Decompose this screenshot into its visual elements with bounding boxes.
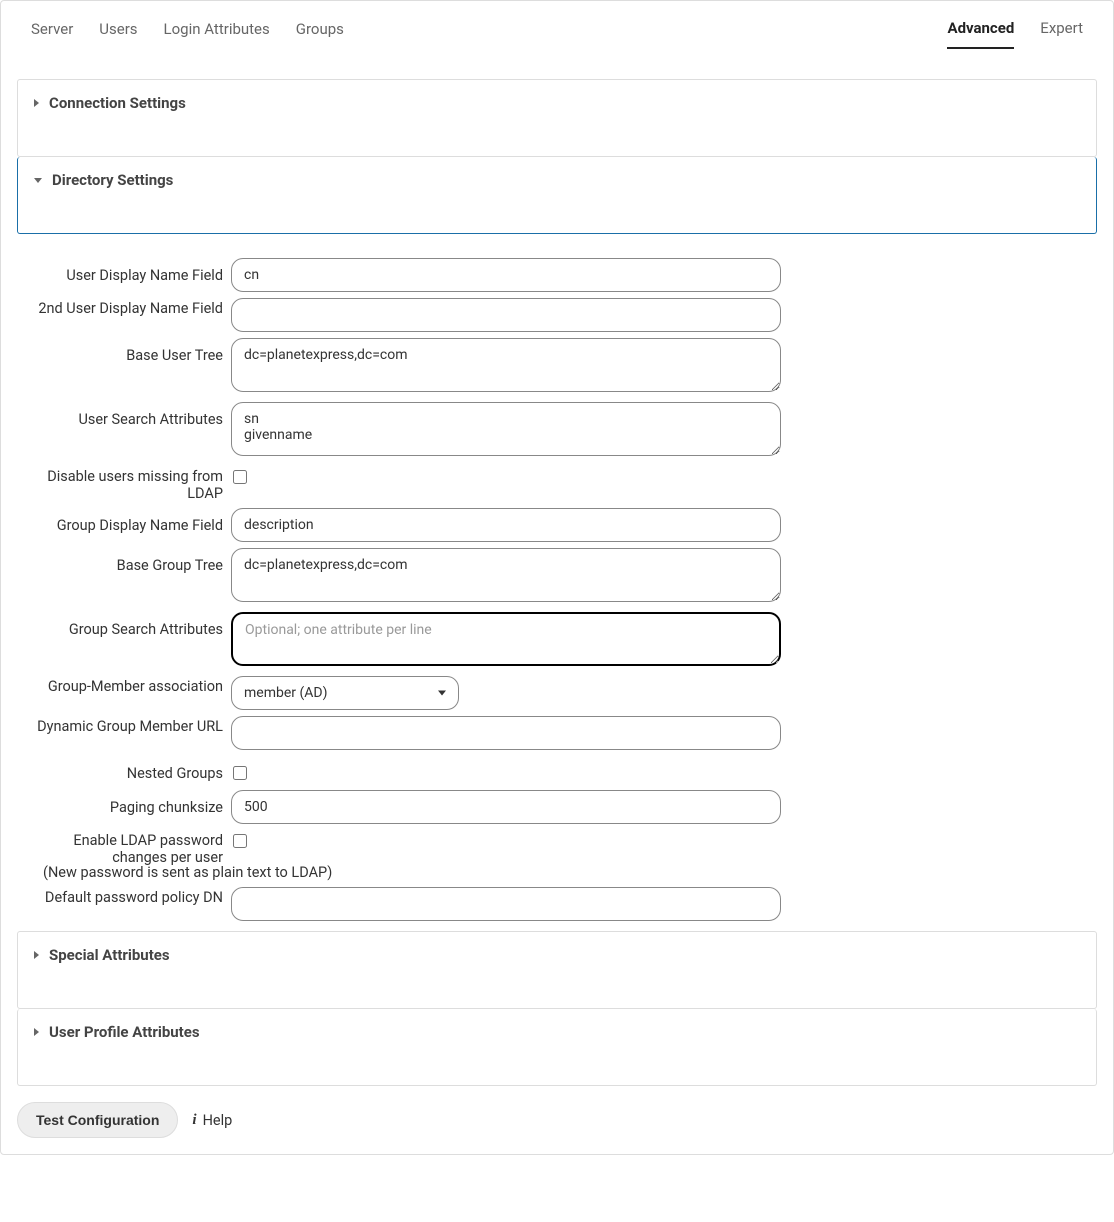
accordion-user-profile-attributes: User Profile Attributes bbox=[17, 1009, 1097, 1086]
chevron-right-icon bbox=[34, 99, 39, 107]
tab-users[interactable]: Users bbox=[99, 12, 137, 48]
label-dynamic-group-url: Dynamic Group Member URL bbox=[17, 716, 231, 735]
label-user-search-attributes: User Search Attributes bbox=[17, 402, 231, 428]
group-search-attributes-input[interactable] bbox=[231, 612, 781, 666]
label-paging-chunksize: Paging chunksize bbox=[17, 790, 231, 816]
label-group-member-assoc: Group-Member association bbox=[17, 676, 231, 695]
group-member-assoc-select[interactable]: member (AD) bbox=[231, 676, 459, 710]
directory-settings-form: User Display Name Field 2nd User Display… bbox=[17, 258, 1097, 921]
user-search-attributes-input[interactable]: sn givenname bbox=[231, 402, 781, 456]
disable-missing-checkbox[interactable] bbox=[233, 470, 247, 484]
label-group-search-attributes: Group Search Attributes bbox=[17, 612, 231, 638]
chevron-right-icon bbox=[34, 1028, 39, 1036]
label-base-user-tree: Base User Tree bbox=[17, 338, 231, 364]
test-configuration-button[interactable]: Test Configuration bbox=[17, 1102, 178, 1138]
tab-expert[interactable]: Expert bbox=[1040, 11, 1083, 49]
chevron-down-icon bbox=[34, 178, 42, 183]
chevron-down-icon bbox=[438, 691, 446, 696]
group-display-name-input[interactable] bbox=[231, 508, 781, 542]
settings-panel: Server Users Login Attributes Groups Adv… bbox=[0, 0, 1114, 1155]
label-enable-password-change: Enable LDAP password changes per user bbox=[17, 830, 231, 866]
paging-chunksize-input[interactable] bbox=[231, 790, 781, 824]
password-change-hint: (New password is sent as plain text to L… bbox=[17, 864, 1097, 881]
label-user-display-name: User Display Name Field bbox=[17, 258, 231, 284]
accordion-connection-settings: Connection Settings bbox=[17, 79, 1097, 157]
accordion-title: Connection Settings bbox=[49, 94, 186, 112]
accordion-header-directory[interactable]: Directory Settings bbox=[18, 157, 1096, 203]
user-display-name-input[interactable] bbox=[231, 258, 781, 292]
label-second-user-display-name: 2nd User Display Name Field bbox=[17, 298, 231, 317]
accordion-header-profile[interactable]: User Profile Attributes bbox=[18, 1009, 1096, 1055]
help-link[interactable]: i Help bbox=[192, 1112, 232, 1129]
accordion-directory-settings: Directory Settings bbox=[17, 157, 1097, 234]
accordion-title: User Profile Attributes bbox=[49, 1023, 200, 1041]
label-disable-missing: Disable users missing from LDAP bbox=[17, 466, 231, 502]
enable-password-change-checkbox[interactable] bbox=[233, 834, 247, 848]
help-label: Help bbox=[203, 1112, 233, 1129]
info-icon: i bbox=[192, 1112, 196, 1129]
accordion-header-connection[interactable]: Connection Settings bbox=[18, 80, 1096, 126]
tab-groups[interactable]: Groups bbox=[296, 12, 344, 48]
accordion-title: Directory Settings bbox=[52, 171, 173, 189]
dynamic-group-url-input[interactable] bbox=[231, 716, 781, 750]
chevron-right-icon bbox=[34, 951, 39, 959]
base-group-tree-input[interactable]: dc=planetexpress,dc=com bbox=[231, 548, 781, 602]
default-password-policy-input[interactable] bbox=[231, 887, 781, 921]
tab-bar: Server Users Login Attributes Groups Adv… bbox=[1, 1, 1113, 49]
accordion-header-special[interactable]: Special Attributes bbox=[18, 932, 1096, 978]
base-user-tree-input[interactable]: dc=planetexpress,dc=com bbox=[231, 338, 781, 392]
label-base-group-tree: Base Group Tree bbox=[17, 548, 231, 574]
tab-server[interactable]: Server bbox=[31, 12, 73, 48]
select-value: member (AD) bbox=[244, 685, 327, 701]
accordion-title: Special Attributes bbox=[49, 946, 170, 964]
second-user-display-name-input[interactable] bbox=[231, 298, 781, 332]
tab-advanced[interactable]: Advanced bbox=[947, 11, 1014, 49]
nested-groups-checkbox[interactable] bbox=[233, 766, 247, 780]
label-group-display-name: Group Display Name Field bbox=[17, 508, 231, 534]
label-nested-groups: Nested Groups bbox=[17, 756, 231, 782]
accordion-special-attributes: Special Attributes bbox=[17, 931, 1097, 1009]
label-default-password-policy: Default password policy DN bbox=[17, 887, 231, 906]
footer-bar: Test Configuration i Help bbox=[1, 1102, 1113, 1154]
tab-login-attributes[interactable]: Login Attributes bbox=[164, 12, 270, 48]
